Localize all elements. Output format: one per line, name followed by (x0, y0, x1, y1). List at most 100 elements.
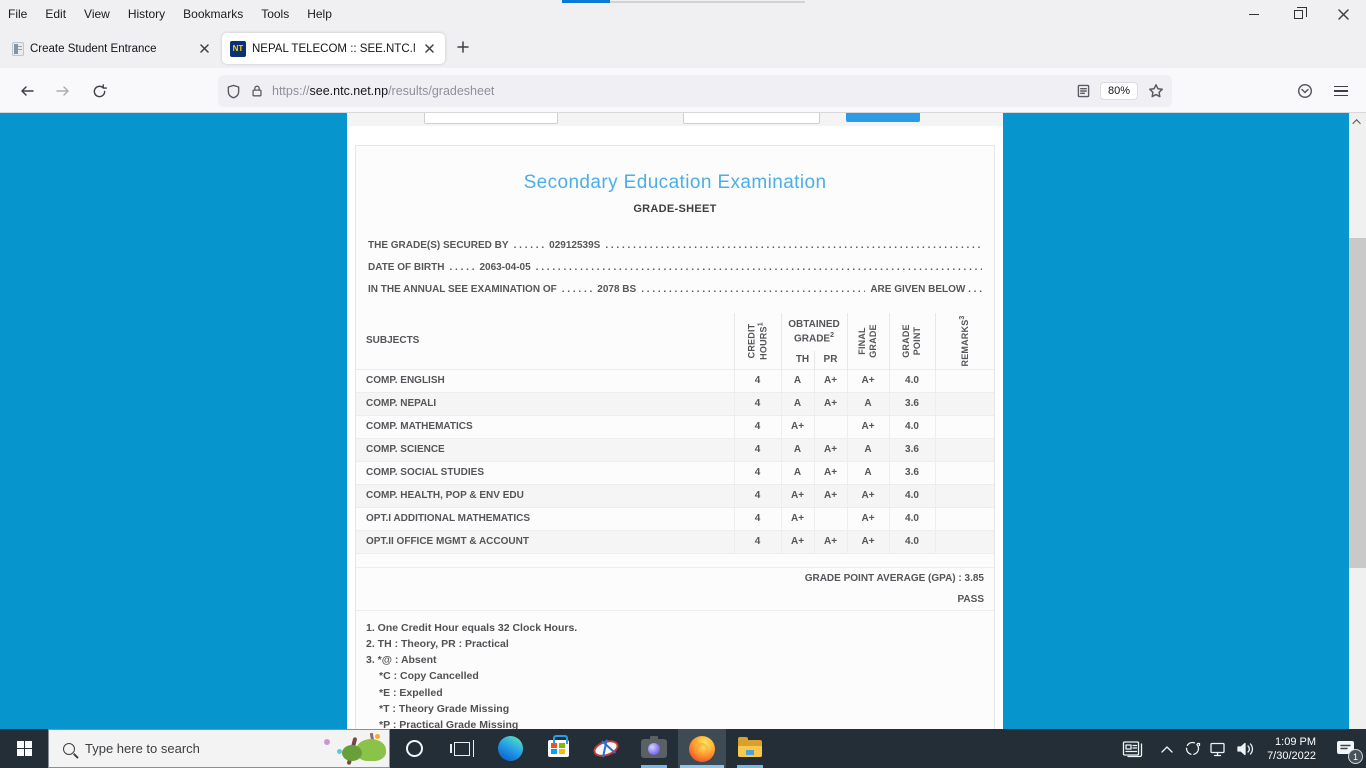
notification-badge: 1 (1348, 749, 1363, 764)
cell-remarks (934, 529, 994, 554)
cell-gp: 3.6 (888, 391, 935, 415)
menu-help[interactable]: Help (307, 7, 332, 21)
menu-tools[interactable]: Tools (261, 7, 289, 21)
volume-tray-button[interactable] (1231, 741, 1259, 757)
screen-record-tray-button[interactable] (1179, 740, 1205, 757)
footnote-line: *P : Practical Grade Missing (379, 719, 519, 729)
tab-nepal-telecom[interactable]: NT NEPAL TELECOM :: SEE.NTC.NET (222, 33, 445, 64)
footnote-line: *T : Theory Grade Missing (379, 702, 510, 715)
dob-input[interactable] (683, 113, 820, 124)
windows-logo-icon (16, 741, 32, 756)
minimize-button[interactable] (1231, 0, 1276, 28)
grade-table-body: COMP. ENGLISH 4 A A+ A+ 4.0 COMP. NEPALI 4 A A+ A 3… (356, 368, 994, 554)
symbol-number-value: 02912539S (549, 240, 601, 251)
action-center-button[interactable]: 1 (1326, 729, 1366, 768)
cell-gp: 4.0 (888, 529, 935, 554)
chevron-up-icon (1351, 118, 1361, 128)
cell-th: A+ (780, 506, 814, 530)
network-tray-button[interactable] (1205, 741, 1231, 757)
cell-credit: 4 (733, 368, 781, 392)
taskbar-search[interactable]: Type here to search (48, 729, 390, 768)
cortana-button[interactable] (390, 729, 438, 768)
cell-subject: OPT.II OFFICE MGMT & ACCOUNT (356, 529, 734, 554)
cell-gp: 4.0 (888, 414, 935, 438)
symbol-number-input[interactable] (424, 113, 558, 124)
camera-button[interactable] (630, 729, 678, 768)
menu-history[interactable]: History (128, 7, 165, 21)
edge-button[interactable] (486, 729, 534, 768)
secured-by-line: THE GRADE(S) SECURED BY . . . . . . 0291… (368, 235, 982, 257)
gpa-label: GRADE POINT AVERAGE (GPA) : (804, 572, 962, 584)
cell-credit: 4 (733, 506, 781, 530)
back-button[interactable] (12, 76, 42, 106)
cell-gp: 4.0 (888, 368, 935, 392)
cell-remarks (934, 483, 994, 507)
grade-row: OPT.II OFFICE MGMT & ACCOUNT 4 A+ A+ A+ 4.0 (356, 529, 994, 554)
menu-edit[interactable]: Edit (45, 7, 66, 21)
grade-row: COMP. SOCIAL STUDIES 4 A A+ A 3.6 (356, 460, 994, 484)
hamburger-icon (1334, 85, 1348, 97)
tab-title: NEPAL TELECOM :: SEE.NTC.NET (252, 42, 415, 55)
reload-button[interactable] (84, 76, 114, 106)
close-button[interactable] (1321, 0, 1366, 28)
cell-remarks (934, 414, 994, 438)
shield-icon (227, 84, 240, 98)
close-icon (1338, 8, 1349, 20)
firefox-icon (689, 735, 715, 762)
cell-final: A+ (846, 529, 889, 554)
snipping-tool-button[interactable] (582, 729, 630, 768)
news-widget-button[interactable] (1111, 740, 1155, 758)
reader-view-icon[interactable] (1077, 84, 1090, 98)
cell-pr: A+ (813, 460, 847, 484)
close-icon (424, 44, 434, 53)
form-favicon (12, 41, 24, 56)
cell-remarks (934, 460, 994, 484)
cell-gp: 3.6 (888, 437, 935, 461)
restore-button[interactable] (1276, 0, 1321, 28)
scroll-up-button[interactable] (1349, 113, 1366, 130)
microsoft-store-icon (547, 735, 569, 757)
store-button[interactable] (534, 729, 582, 768)
menu-view[interactable]: View (84, 7, 110, 21)
footnote-line: *E : Expelled (379, 686, 443, 699)
cell-credit: 4 (733, 483, 781, 507)
menu-button[interactable] (1326, 76, 1356, 106)
url-path: /results/gradesheet (388, 84, 495, 98)
zoom-level-badge[interactable]: 80% (1099, 82, 1138, 100)
result-status: PASS (957, 593, 985, 605)
screen: File Edit View History Bookmarks Tools Help Cr… (0, 0, 1366, 768)
bookmark-star-icon[interactable] (1148, 83, 1164, 99)
network-icon (1210, 742, 1225, 756)
submit-button[interactable] (846, 113, 920, 122)
forward-button[interactable] (48, 76, 78, 106)
menu-bookmarks[interactable]: Bookmarks (183, 7, 243, 21)
scrollbar-thumb[interactable] (1349, 238, 1366, 568)
taskbar: Type here to search 1:09 PM 7/30/2022 1 (0, 729, 1366, 768)
tab-close-button[interactable] (196, 41, 212, 57)
url-bar[interactable]: https://see.ntc.net.np/results/gradeshee… (218, 75, 1172, 107)
cell-final: A (846, 437, 889, 461)
record-icon (1185, 741, 1200, 756)
news-icon (1122, 740, 1143, 757)
start-button[interactable] (0, 729, 48, 768)
menu-file[interactable]: File (8, 7, 27, 21)
pocket-button[interactable] (1290, 76, 1320, 106)
firefox-button[interactable] (678, 729, 726, 768)
grade-row: OPT.I ADDITIONAL MATHEMATICS 4 A+ A+ 4.0 (356, 506, 994, 530)
tab-create-student-entrance[interactable]: Create Student Entrance (4, 33, 220, 64)
cell-subject: OPT.I ADDITIONAL MATHEMATICS (356, 506, 734, 530)
tab-close-button[interactable] (421, 41, 437, 57)
new-tab-button[interactable] (456, 40, 470, 59)
task-view-button[interactable] (438, 729, 486, 768)
search-doodle-art (318, 731, 388, 767)
taskbar-clock[interactable]: 1:09 PM 7/30/2022 (1267, 735, 1316, 763)
page-scrollbar[interactable] (1349, 113, 1366, 729)
line-label: DATE OF BIRTH (368, 262, 445, 273)
file-explorer-button[interactable] (726, 729, 774, 768)
header-credit-hours: CREDIT HOURS1 (733, 313, 781, 369)
cortana-icon (405, 740, 423, 757)
cell-final: A+ (846, 368, 889, 392)
tray-overflow-button[interactable] (1155, 745, 1179, 753)
browser-menubar: File Edit View History Bookmarks Tools Help (0, 0, 1366, 28)
